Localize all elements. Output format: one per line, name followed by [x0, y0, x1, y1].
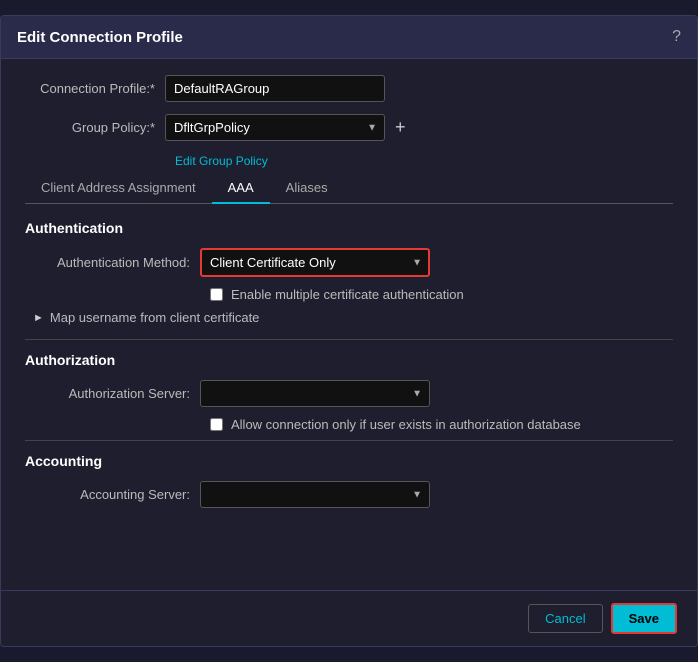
modal-body: Connection Profile:* Group Policy:* Dflt… — [1, 59, 697, 550]
authentication-section-title: Authentication — [25, 220, 673, 236]
tab-aliases[interactable]: Aliases — [270, 172, 344, 203]
authorization-section-title: Authorization — [25, 352, 673, 368]
tab-aaa[interactable]: AAA — [212, 172, 270, 203]
enable-multiple-cert-checkbox[interactable] — [210, 288, 223, 301]
accounting-server-row: Accounting Server: — [25, 481, 673, 508]
allow-connection-checkbox[interactable] — [210, 418, 223, 431]
auth-method-row: Authentication Method: Client Certificat… — [25, 248, 673, 277]
edit-group-policy-link[interactable]: Edit Group Policy — [25, 153, 673, 168]
authorization-server-row: Authorization Server: — [25, 380, 673, 407]
accounting-server-label: Accounting Server: — [25, 487, 200, 502]
authorization-server-select[interactable] — [200, 380, 430, 407]
enable-multiple-cert-row: Enable multiple certificate authenticati… — [210, 287, 673, 302]
authorization-server-select-wrapper — [200, 380, 430, 407]
connection-profile-input[interactable] — [165, 75, 385, 102]
accounting-server-select-wrapper — [200, 481, 430, 508]
cancel-button[interactable]: Cancel — [528, 604, 602, 633]
tab-client-address[interactable]: Client Address Assignment — [25, 172, 212, 203]
help-icon[interactable]: ? — [672, 28, 681, 46]
accounting-server-select[interactable] — [200, 481, 430, 508]
connection-profile-row: Connection Profile:* — [25, 75, 673, 102]
section-divider — [25, 339, 673, 340]
enable-multiple-cert-label: Enable multiple certificate authenticati… — [231, 287, 464, 302]
modal-header: Edit Connection Profile ? — [1, 16, 697, 59]
map-username-label: Map username from client certificate — [50, 310, 260, 325]
auth-method-label: Authentication Method: — [25, 255, 200, 270]
group-policy-label: Group Policy:* — [25, 120, 165, 135]
map-username-row[interactable]: ► Map username from client certificate — [33, 310, 673, 325]
group-policy-row: Group Policy:* DfltGrpPolicy + — [25, 114, 673, 141]
save-button[interactable]: Save — [611, 603, 677, 634]
authorization-server-label: Authorization Server: — [25, 386, 200, 401]
allow-connection-label: Allow connection only if user exists in … — [231, 417, 581, 432]
add-group-policy-button[interactable]: + — [391, 117, 410, 138]
accounting-section-title: Accounting — [25, 453, 673, 469]
connection-profile-label: Connection Profile:* — [25, 81, 165, 96]
aaa-tab-content: Authentication Authentication Method: Cl… — [25, 204, 673, 534]
auth-method-select-wrapper: Client Certificate Only AAA AAA and Clie… — [200, 248, 430, 277]
group-policy-select[interactable]: DfltGrpPolicy — [165, 114, 385, 141]
allow-connection-row: Allow connection only if user exists in … — [210, 417, 673, 432]
modal-title: Edit Connection Profile — [17, 29, 183, 46]
expand-icon: ► — [33, 312, 44, 324]
section-divider-2 — [25, 440, 673, 441]
tab-bar: Client Address Assignment AAA Aliases — [25, 172, 673, 204]
modal-footer: Cancel Save — [1, 590, 697, 646]
auth-method-select[interactable]: Client Certificate Only AAA AAA and Clie… — [200, 248, 430, 277]
edit-connection-profile-modal: Edit Connection Profile ? Connection Pro… — [0, 15, 698, 647]
group-policy-select-wrapper: DfltGrpPolicy — [165, 114, 385, 141]
